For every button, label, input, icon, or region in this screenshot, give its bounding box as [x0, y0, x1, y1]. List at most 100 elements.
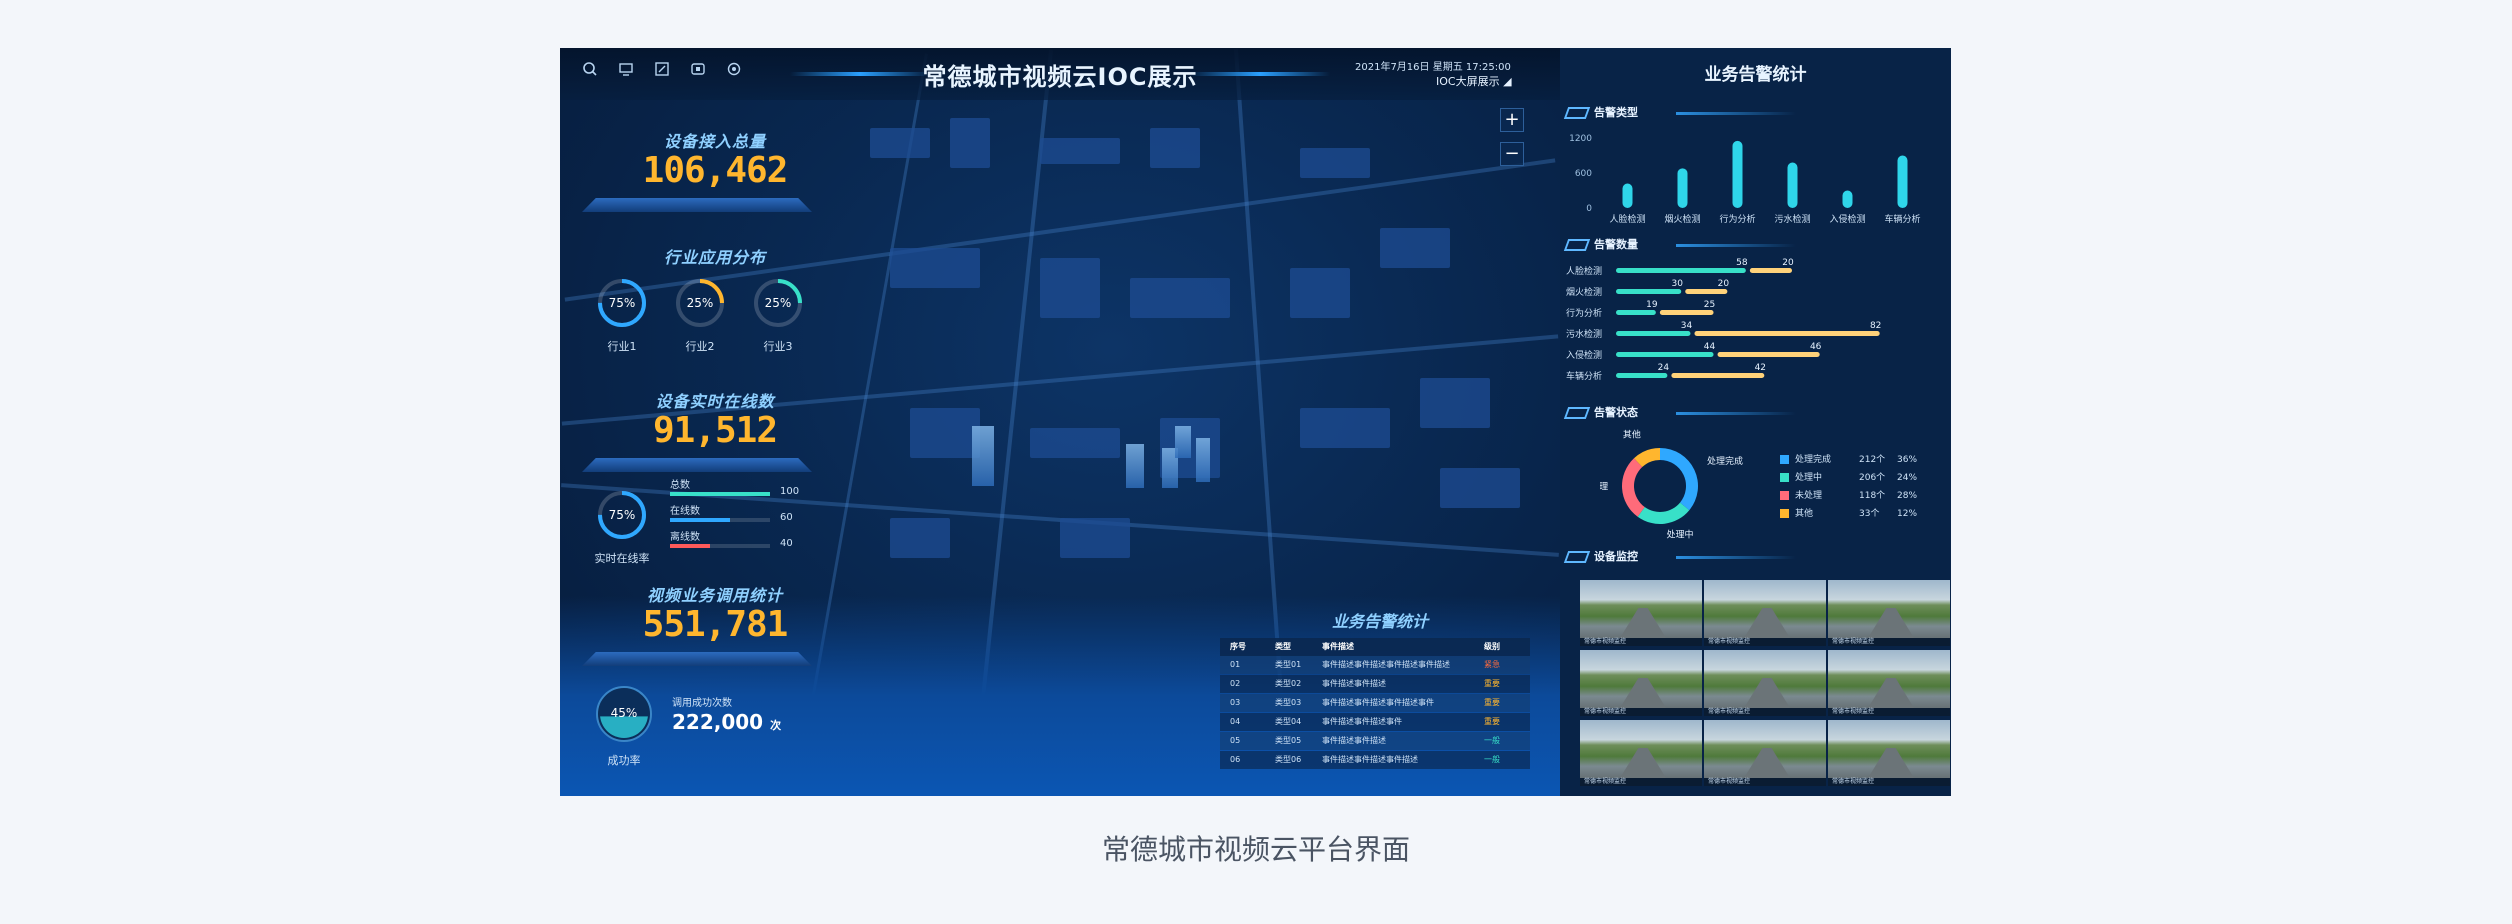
event-desc: 事件描述事件描述 — [1322, 679, 1386, 688]
event-row[interactable]: 06 类型06 事件描述事件描述事件描述 一般 — [1220, 751, 1530, 769]
count-category-label: 人脸检测 — [1566, 265, 1602, 277]
online-stat-row: 离线数 40 — [670, 528, 840, 549]
online-stat-row: 总数 100 — [670, 476, 840, 497]
monitor-icon[interactable] — [616, 61, 636, 81]
success-rate-ring: 45% 成功率 — [594, 684, 654, 768]
camera-feed[interactable]: 常德市视频监控 — [1704, 720, 1826, 786]
online-title: 设备实时在线数 — [655, 392, 775, 411]
camera-feed[interactable]: 常德市视频监控 — [1704, 650, 1826, 716]
legend-swatch — [1780, 473, 1789, 482]
resize-icon[interactable] — [652, 61, 672, 81]
event-no: 04 — [1230, 717, 1241, 726]
value-plate — [582, 458, 812, 472]
camera-feed[interactable]: 常德市视频监控 — [1828, 580, 1950, 646]
y-tick-label: 600 — [1575, 169, 1592, 179]
value-plate — [582, 198, 812, 212]
event-row[interactable]: 03 类型03 事件描述事件描述事件描述事件 重要 — [1220, 694, 1530, 712]
count-bar — [1659, 310, 1714, 315]
ring-pct: 25% — [765, 296, 792, 310]
status-legend-row: 处理完成 212个 36% — [1780, 452, 1917, 465]
display-mode-selector[interactable]: IOC大屏展示 ◢ — [1436, 73, 1512, 89]
screen-icon[interactable] — [688, 61, 708, 81]
event-no: 03 — [1230, 698, 1241, 707]
event-row[interactable]: 05 类型05 事件描述事件描述 一般 — [1220, 732, 1530, 750]
calls-value: 222,000 — [672, 710, 764, 734]
event-no: 06 — [1230, 755, 1241, 764]
event-level: 重要 — [1484, 717, 1500, 726]
stat-value: 40 — [780, 538, 793, 549]
stat-bar-track — [670, 518, 770, 522]
count-bar — [1671, 373, 1765, 378]
camera-caption: 常德市视频监控 — [1580, 778, 1702, 786]
section-icon — [1563, 407, 1591, 419]
section-icon — [1563, 239, 1591, 251]
type-bar — [1732, 140, 1743, 208]
camera-feed[interactable]: 常德市视频监控 — [1580, 580, 1702, 646]
legend-pct: 36% — [1897, 455, 1918, 465]
camera-caption: 常德市视频监控 — [1828, 708, 1950, 716]
camera-caption: 常德市视频监控 — [1828, 778, 1950, 786]
count-bar — [1694, 331, 1880, 336]
camera-scene — [1868, 678, 1914, 708]
calls-value-wrap: 222,000 次 — [672, 710, 781, 734]
online-rate-pct: 75% — [609, 508, 636, 522]
camera-feed[interactable]: 常德市视频监控 — [1828, 650, 1950, 716]
legend-swatch — [1780, 491, 1789, 500]
event-level: 重要 — [1484, 679, 1500, 688]
count-value-label: 82 — [1870, 321, 1881, 331]
x-tick-label: 车辆分析 — [1884, 213, 1920, 225]
camera-scene — [1744, 678, 1790, 708]
camera-caption: 常德市视频监控 — [1828, 638, 1950, 646]
camera-feed[interactable]: 常德市视频监控 — [1580, 650, 1702, 716]
legend-count: 212个 — [1859, 455, 1886, 465]
event-row[interactable]: 02 类型02 事件描述事件描述 重要 — [1220, 675, 1530, 693]
event-type: 类型01 — [1275, 660, 1302, 669]
event-level: 紧急 — [1484, 660, 1500, 669]
display-mode-label: IOC大屏展示 — [1436, 75, 1500, 88]
event-row[interactable]: 01 类型01 事件描述事件描述事件描述事件描述 紧急 — [1220, 656, 1530, 674]
x-tick-label: 人脸检测 — [1609, 213, 1645, 225]
stat-label: 离线数 — [670, 532, 700, 543]
settings-icon[interactable] — [724, 61, 744, 81]
event-no: 01 — [1230, 660, 1241, 669]
online-rate-label: 实时在线率 — [594, 552, 650, 565]
camera-scene — [1744, 608, 1790, 638]
alarm-status-header: 告警状态 — [1563, 404, 1796, 424]
dashboard-screenshot: 常德城市视频云IOC展示 2021年7月16日 星期五 17:25:00 IOC… — [560, 48, 1951, 796]
search-icon[interactable] — [580, 61, 600, 81]
count-value-label: 44 — [1704, 342, 1716, 352]
camera-caption: 常德市视频监控 — [1580, 638, 1702, 646]
count-value-label: 46 — [1810, 342, 1822, 352]
camera-feed[interactable]: 常德市视频监控 — [1580, 720, 1702, 786]
count-category-label: 车辆分析 — [1566, 370, 1602, 382]
camera-feed[interactable]: 常德市视频监控 — [1828, 720, 1950, 786]
zoom-out-button[interactable]: − — [1500, 142, 1524, 166]
camera-scene — [1620, 678, 1666, 708]
event-type: 类型06 — [1275, 755, 1302, 764]
online-rate-ring: 75% 实时在线率 — [592, 488, 652, 566]
status-slice — [1637, 502, 1690, 524]
status-legend-row: 处理中 206个 24% — [1780, 470, 1917, 483]
event-row[interactable]: 04 类型04 事件描述事件描述事件 重要 — [1220, 713, 1530, 731]
count-category-label: 行为分析 — [1566, 307, 1602, 319]
type-bar — [1787, 162, 1798, 208]
legend-label: 处理中 — [1795, 473, 1823, 483]
status-slice — [1660, 448, 1698, 511]
count-category-label: 污水检测 — [1566, 328, 1602, 340]
camera-feed[interactable]: 常德市视频监控 — [1704, 580, 1826, 646]
zoom-in-button[interactable]: + — [1500, 108, 1524, 132]
legend-count: 118个 — [1859, 491, 1886, 501]
stat-bar-fill — [670, 492, 770, 496]
count-bar — [1616, 268, 1746, 273]
legend-label: 处理完成 — [1795, 455, 1832, 465]
ring-label: 行业3 — [763, 340, 793, 353]
alarm-type-header: 告警类型 — [1563, 104, 1796, 124]
y-tick-label: 0 — [1586, 204, 1592, 214]
online-stat-row: 在线数 60 — [670, 502, 840, 523]
device-access-value: 106,462 — [642, 150, 789, 191]
camera-caption: 常德市视频监控 — [1580, 708, 1702, 716]
event-desc: 事件描述事件描述事件描述事件描述 — [1322, 660, 1450, 669]
stat-value: 60 — [780, 512, 793, 523]
legend-count: 206个 — [1859, 473, 1886, 483]
success-rate-pct: 45% — [611, 706, 638, 720]
